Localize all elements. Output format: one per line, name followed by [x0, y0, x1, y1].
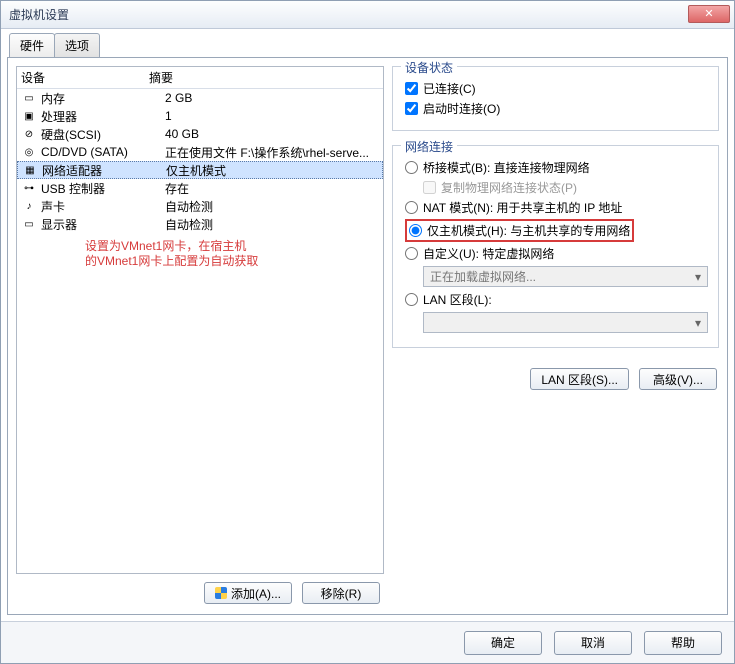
device-name: 硬盘(SCSI)	[41, 126, 165, 143]
lan-segments-button[interactable]: LAN 区段(S)...	[530, 368, 629, 390]
right-button-row: LAN 区段(S)... 高级(V)...	[392, 362, 719, 390]
device-summary: 正在使用文件 F:\操作系统\rhel-serve...	[165, 144, 379, 161]
ok-button[interactable]: 确定	[464, 631, 542, 655]
custom-network-select[interactable]: 正在加载虚拟网络...▾	[423, 266, 708, 287]
radio-hostonly[interactable]: 仅主机模式(H): 与主机共享的专用网络	[409, 222, 630, 239]
net-legend: 网络连接	[401, 138, 457, 155]
device-row[interactable]: ▭ 内存2 GB	[17, 89, 383, 107]
device-summary: 40 GB	[165, 127, 379, 141]
tab-strip: 硬件 选项	[7, 33, 728, 57]
help-button[interactable]: 帮助	[644, 631, 722, 655]
tab-hardware[interactable]: 硬件	[9, 33, 55, 57]
titlebar[interactable]: 虚拟机设置 ✕	[1, 1, 734, 29]
device-row[interactable]: ⊶ USB 控制器存在	[17, 179, 383, 197]
device-row[interactable]: ▭ 显示器自动检测	[17, 215, 383, 233]
lan-segment-select[interactable]: ▾	[423, 312, 708, 333]
radio-lan-segment[interactable]: LAN 区段(L):	[405, 291, 708, 308]
radio-nat[interactable]: NAT 模式(N): 用于共享主机的 IP 地址	[405, 199, 708, 216]
device-name: 网络适配器	[42, 162, 166, 179]
device-summary: 存在	[165, 180, 379, 197]
device-icon: ▭	[21, 93, 37, 104]
device-summary: 1	[165, 109, 379, 123]
device-icon: ▣	[21, 111, 37, 122]
device-list: 设备 摘要 ▭ 内存2 GB ▣ 处理器1 ⊘ 硬盘(SCSI)40 GB ◎ CD/DVD …	[16, 66, 384, 574]
device-row[interactable]: ♪ 声卡自动检测	[17, 197, 383, 215]
device-icon: ⊶	[21, 183, 37, 194]
window-title: 虚拟机设置	[9, 6, 69, 23]
status-legend: 设备状态	[401, 59, 457, 76]
content-area: 硬件 选项 设备 摘要 ▭ 内存2 GB ▣ 处理器1 ⊘ 硬盘(SCSI)40 GB ◎ C…	[1, 29, 734, 621]
device-icon: ⊘	[21, 129, 37, 140]
device-icon: ▦	[22, 165, 38, 176]
device-summary: 自动检测	[165, 216, 379, 233]
device-icon: ▭	[21, 219, 37, 230]
tab-options[interactable]: 选项	[54, 33, 100, 57]
device-row[interactable]: ⊘ 硬盘(SCSI)40 GB	[17, 125, 383, 143]
device-name: 内存	[41, 90, 165, 107]
add-button[interactable]: 添加(A)...	[204, 582, 292, 604]
network-connection-group: 网络连接 桥接模式(B): 直接连接物理网络 复制物理网络连接状态(P) NAT…	[392, 145, 719, 348]
left-pane: 设备 摘要 ▭ 内存2 GB ▣ 处理器1 ⊘ 硬盘(SCSI)40 GB ◎ CD/DVD …	[16, 66, 384, 606]
chk-connect-on-start[interactable]: 启动时连接(O)	[405, 100, 708, 117]
device-status-group: 设备状态 已连接(C) 启动时连接(O)	[392, 66, 719, 131]
cancel-button[interactable]: 取消	[554, 631, 632, 655]
dialog-window: 虚拟机设置 ✕ 硬件 选项 设备 摘要 ▭ 内存2 GB ▣ 处理器1 ⊘ 硬盘(SCSI…	[0, 0, 735, 664]
close-button[interactable]: ✕	[688, 5, 730, 23]
advanced-button[interactable]: 高级(V)...	[639, 368, 717, 390]
right-pane: 设备状态 已连接(C) 启动时连接(O) 网络连接 桥接模式(B): 直接连接物…	[392, 66, 719, 606]
device-name: 声卡	[41, 198, 165, 215]
device-icon: ♪	[21, 201, 37, 212]
chevron-down-icon: ▾	[695, 270, 701, 284]
device-icon: ◎	[21, 147, 37, 158]
device-row[interactable]: ▣ 处理器1	[17, 107, 383, 125]
device-name: 显示器	[41, 216, 165, 233]
device-list-header: 设备 摘要	[17, 67, 383, 89]
annotation: 设置为VMnet1网卡，在宿主机 的VMnet1网卡上配置为自动获取	[17, 233, 383, 269]
device-name: USB 控制器	[41, 180, 165, 197]
device-row[interactable]: ▦ 网络适配器仅主机模式	[17, 161, 383, 179]
device-row[interactable]: ◎ CD/DVD (SATA)正在使用文件 F:\操作系统\rhel-serve.…	[17, 143, 383, 161]
chevron-down-icon: ▾	[695, 316, 701, 330]
chk-replicate: 复制物理网络连接状态(P)	[423, 179, 708, 196]
device-summary: 自动检测	[165, 198, 379, 215]
remove-button[interactable]: 移除(R)	[302, 582, 380, 604]
col-device: 设备	[21, 69, 149, 86]
device-summary: 仅主机模式	[166, 162, 378, 179]
left-button-row: 添加(A)... 移除(R)	[16, 574, 384, 606]
chk-connected[interactable]: 已连接(C)	[405, 80, 708, 97]
device-name: 处理器	[41, 108, 165, 125]
shield-icon	[215, 587, 227, 599]
radio-bridged[interactable]: 桥接模式(B): 直接连接物理网络	[405, 159, 708, 176]
device-summary: 2 GB	[165, 91, 379, 105]
col-summary: 摘要	[149, 69, 173, 86]
device-name: CD/DVD (SATA)	[41, 145, 165, 159]
radio-custom[interactable]: 自定义(U): 特定虚拟网络	[405, 245, 708, 262]
dialog-footer: 确定 取消 帮助	[1, 621, 734, 663]
tab-page: 设备 摘要 ▭ 内存2 GB ▣ 处理器1 ⊘ 硬盘(SCSI)40 GB ◎ CD/DVD …	[7, 57, 728, 615]
highlighted-option: 仅主机模式(H): 与主机共享的专用网络	[405, 219, 634, 242]
